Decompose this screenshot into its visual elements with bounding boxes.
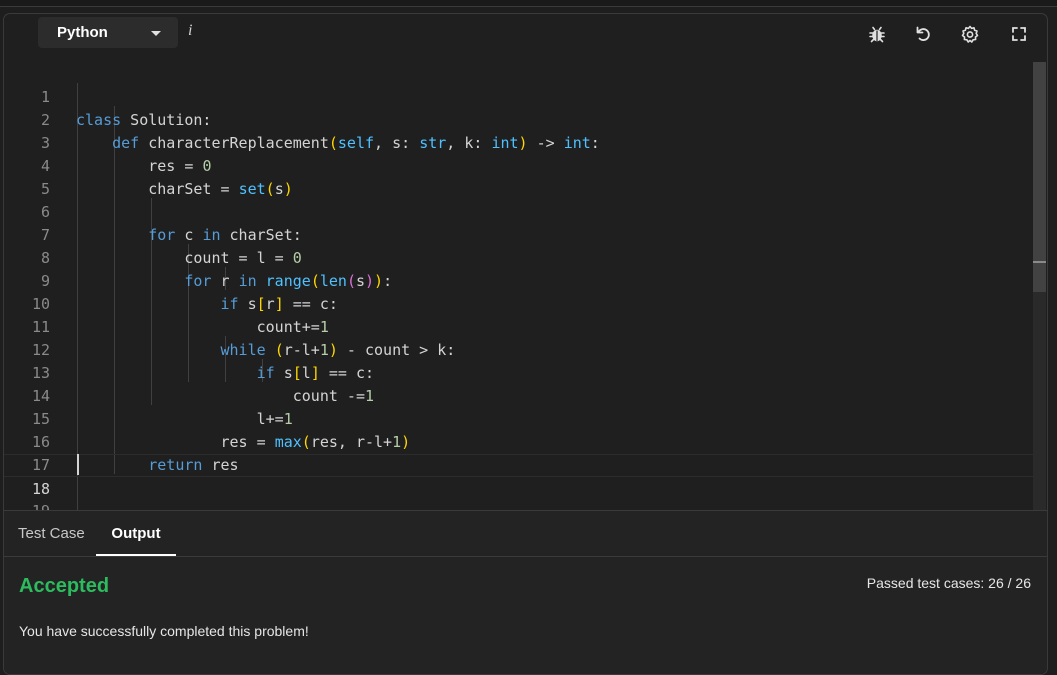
code-line-current: 18 — [4, 454, 1034, 498]
tabs-divider — [4, 556, 1047, 557]
code-line: 20 # res = 0 — [4, 500, 1034, 510]
window-top-strip — [0, 0, 1057, 7]
code-line: 7 count = l = 0 — [4, 201, 1034, 267]
code-line: 1 class Solution: — [4, 63, 1034, 129]
code-line: 4 charSet = set(s) — [4, 132, 1034, 198]
vertical-scrollbar[interactable] — [1033, 62, 1046, 510]
editor-toolbar: Python i — [4, 14, 1047, 54]
tab-test-case[interactable]: Test Case — [18, 511, 85, 556]
code-line: 13 count -=1 — [4, 339, 1034, 405]
settings-icon[interactable] — [960, 24, 980, 44]
status-text: Accepted — [19, 575, 110, 597]
text-cursor — [77, 454, 79, 475]
code-editor[interactable]: 1 class Solution: 2 def characterReplace… — [4, 60, 1034, 510]
passed-test-cases: Passed test cases: 26 / 26 — [866, 575, 1031, 591]
code-line: 11 while (r-l+1) - count > k: — [4, 293, 1034, 359]
code-line: 14 l+=1 — [4, 362, 1034, 428]
language-select[interactable]: Python — [38, 17, 178, 48]
code-line: 5 — [4, 155, 1034, 198]
fullscreen-icon[interactable] — [1009, 24, 1029, 44]
language-label: Python — [57, 24, 108, 41]
result-message: You have successfully completed this pro… — [19, 623, 309, 639]
results-panel: Test Case Output Accepted Passed test ca… — [4, 510, 1047, 674]
tab-output[interactable]: Output — [96, 511, 176, 556]
code-line: 16 return res — [4, 408, 1034, 474]
info-icon[interactable]: i — [188, 22, 192, 40]
code-line: 9 if s[r] == c: — [4, 247, 1034, 313]
chevron-down-icon — [151, 31, 161, 36]
reset-icon[interactable] — [913, 24, 933, 44]
code-line: 12 if s[l] == c: — [4, 316, 1034, 382]
code-line: 19 — [4, 477, 1034, 510]
bug-icon[interactable] — [867, 24, 887, 44]
scrollbar-thumb[interactable] — [1033, 62, 1046, 292]
code-line: 15 res = max(res, r-l+1) — [4, 385, 1034, 451]
code-line: 3 res = 0 — [4, 109, 1034, 175]
code-editor-panel: Python i 1 class Solution: 2 def charact… — [3, 13, 1048, 675]
code-line: 17 — [4, 431, 1034, 474]
code-line: 10 count+=1 — [4, 270, 1034, 336]
code-line: 2 def characterReplacement(self, s: str,… — [4, 86, 1034, 152]
code-line: 8 for r in range(len(s)): — [4, 224, 1034, 290]
code-line: 6 for c in charSet: — [4, 178, 1034, 244]
scrollbar-cursor-marker — [1033, 261, 1046, 263]
